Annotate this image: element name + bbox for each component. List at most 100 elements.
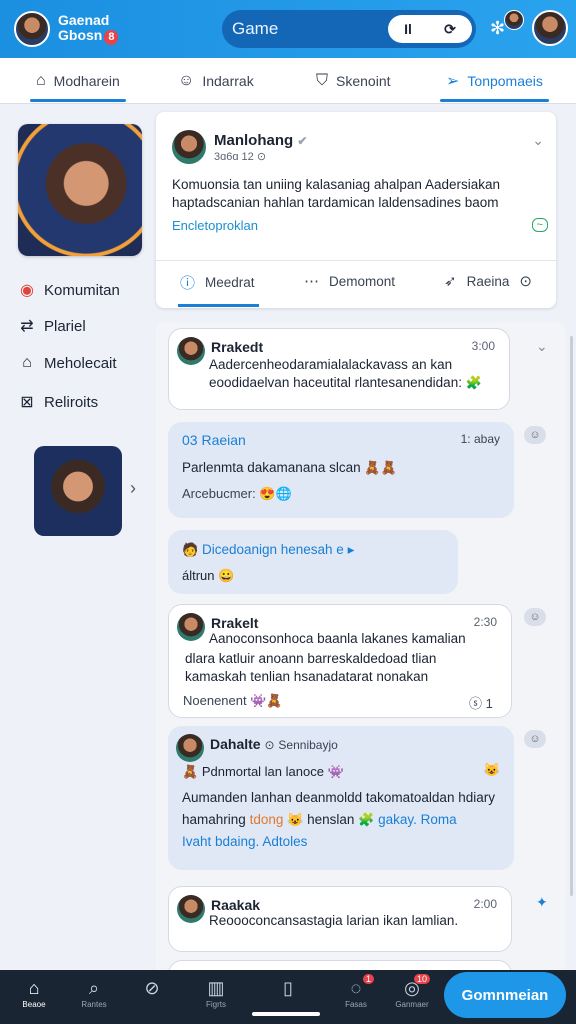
author-avatar[interactable] xyxy=(172,130,206,164)
tab-person[interactable]: ⛉ Skenoint xyxy=(316,58,391,104)
flower-icon[interactable]: ✻ xyxy=(490,18,505,39)
emoji-icon: 🧸🧸 xyxy=(364,460,397,475)
message-link[interactable]: Ivaht bdaing. Adtoles xyxy=(182,834,307,849)
verified-icon: ✔ xyxy=(297,134,308,148)
nav-phone[interactable]: ▯ xyxy=(266,978,310,1000)
message-text: kamaskah tenlian hsanadatarat nonakan xyxy=(185,669,429,684)
home-indicator xyxy=(252,1012,320,1016)
sidebar-item-community[interactable]: ◉ Komumitan xyxy=(18,280,120,300)
sidebar-item-plariel[interactable]: ⇄ Plariel xyxy=(18,316,86,336)
book-icon: ▥ xyxy=(207,978,225,998)
message-text: eoodidaelvan haceutital rlantesanendidan… xyxy=(209,373,482,393)
smile-icon: ☺ xyxy=(178,72,195,89)
tab-label: Tonpomaeis xyxy=(467,73,543,89)
mode-toggle[interactable]: Il ⟳ xyxy=(388,15,472,43)
message-1[interactable]: Rrakedt 3:00 Aadercenheodaramialalackava… xyxy=(168,328,510,410)
post-action-more[interactable]: ⋯ Demomont xyxy=(304,272,395,290)
message-text: Aanoconsonhoca baanla lakanes kamalian xyxy=(209,631,466,646)
chevron-down-icon[interactable]: ⌄ xyxy=(532,132,544,149)
more-icon[interactable]: ⊙ xyxy=(519,272,532,290)
home-icon: ⌂ xyxy=(28,978,40,998)
compose-button[interactable]: Gomnmeian xyxy=(444,972,566,1018)
pause-icon[interactable]: Il xyxy=(404,21,412,37)
tab-home[interactable]: ⌂ Modharein xyxy=(30,58,126,104)
tab-label: Indarrak xyxy=(202,73,254,89)
user-avatar[interactable] xyxy=(14,11,50,47)
sidebar-item-label: Meholecait xyxy=(44,354,117,372)
reply-count[interactable]: ⓢ 1 xyxy=(469,693,493,712)
nav-chat[interactable]: ◌ Fasas 1 xyxy=(334,974,378,1009)
sidebar-item-label: Plariel xyxy=(44,317,86,335)
status-tag: ~ xyxy=(531,218,548,232)
nav-search[interactable]: ⌕ Rantes xyxy=(72,978,116,1009)
nav-compass[interactable]: ⊘ xyxy=(130,978,174,1000)
brand-badge: 8 xyxy=(104,30,119,45)
sidebar-item-meholecait[interactable]: ⌂ Meholecait xyxy=(18,354,117,372)
emoji-icon: 😺 xyxy=(287,812,304,827)
hero-portrait[interactable] xyxy=(18,124,142,256)
post-author[interactable]: Manlohang ✔ xyxy=(214,132,307,149)
brand: Gaenad Gbosn 8 xyxy=(58,13,119,45)
reaction-icon[interactable]: ☺ xyxy=(524,426,546,444)
action-label: Raeina xyxy=(466,273,510,289)
emoji-icon: 😺 xyxy=(483,762,500,777)
brand-line2: Gbosn xyxy=(58,27,103,43)
message-text: hamahring tdong 😺 henslan 🧩 gakay. Roma xyxy=(182,812,457,827)
hero-thumbnail[interactable] xyxy=(34,446,122,536)
nav-home[interactable]: ⌂ Beaoe xyxy=(12,978,56,1009)
chart-icon: ⊠ xyxy=(20,394,34,411)
message-text: dlara katluir anoann barreskaldedoad tli… xyxy=(185,651,437,666)
ai-sparkle-icon[interactable]: ✦ xyxy=(536,894,548,911)
profile-avatar[interactable] xyxy=(532,10,568,46)
message-5[interactable]: Dahalte ⊙ Sennibayjo 🧸 Pdnmortal lan lan… xyxy=(168,726,514,870)
sidebar-item-reliroits[interactable]: ⊠ Reliroits xyxy=(18,392,98,412)
emoji-icon: 😍🌐 xyxy=(259,486,292,501)
message-3[interactable]: 🧑 Dicedoanign henesah e ▸ áltrun 😀 xyxy=(168,530,458,594)
friend-avatar[interactable] xyxy=(504,10,524,30)
check-icon: ⊙ xyxy=(256,151,267,163)
reaction-icon[interactable]: ☺ xyxy=(524,608,546,626)
message-sub: Arcebucmer: 😍🌐 xyxy=(182,486,292,501)
post-link[interactable]: Encletoproklan xyxy=(172,218,258,233)
scrollbar[interactable] xyxy=(570,336,573,896)
message-author: 03 Raeian xyxy=(182,432,246,448)
message-text: 🧸 Pdnmortal lan lanoce 👾 xyxy=(182,764,344,779)
swap-icon: ⇄ xyxy=(20,318,34,335)
tab-smile[interactable]: ☺ Indarrak xyxy=(178,58,254,104)
reaction-icon[interactable]: ☺ xyxy=(524,730,546,748)
target-icon: ◉ xyxy=(20,282,34,299)
message-text: Aadercenheodaramialalackavass an kan xyxy=(209,357,453,372)
emoji-icon: 🧩 xyxy=(358,812,375,827)
info-icon: ⓘ xyxy=(180,275,196,292)
avatar xyxy=(176,734,204,762)
action-label: Meedrat xyxy=(205,275,255,290)
notification-badge: 1 xyxy=(362,974,374,984)
tab-label: Skenoint xyxy=(336,73,391,89)
avatar xyxy=(177,613,205,641)
message-time: 3:00 xyxy=(471,339,495,353)
nav-book[interactable]: ▥ Figrts xyxy=(194,978,238,1009)
message-4[interactable]: Rrakelt 2:30 Aanoconsonhoca baanla lakan… xyxy=(168,604,512,718)
message-2[interactable]: 03 Raeian 1: abay Parlenmta dakamanana s… xyxy=(168,422,514,518)
main-tabs: ⌂ Modharein ☺ Indarrak ⛉ Skenoint ➢ Tonp… xyxy=(0,58,576,104)
post-card: Manlohang ✔ 3ɑ6ɑ 12 ⊙ ⌄ Komuonsia tan un… xyxy=(156,112,556,308)
message-6[interactable]: Raakak 2:00 Reoooconcansastagia larian i… xyxy=(168,886,512,952)
compass-icon: ⊘ xyxy=(144,978,160,998)
avatar xyxy=(177,895,205,923)
tab-label: Modharein xyxy=(53,73,120,89)
post-action-info[interactable]: ⓘ Meedrat xyxy=(178,272,259,307)
message-author: Rrakedt xyxy=(211,339,264,355)
chevron-down-icon[interactable]: ⌄ xyxy=(536,338,548,355)
game-selector[interactable]: Game Il ⟳ xyxy=(222,10,476,48)
emoji-icon: 🧸 xyxy=(182,764,199,779)
chevron-right-icon[interactable]: › xyxy=(130,478,136,499)
refresh-icon[interactable]: ⟳ xyxy=(444,21,456,38)
tab-send[interactable]: ➢ Tonpomaeis xyxy=(440,58,549,104)
message-time: 2:00 xyxy=(473,897,497,911)
emoji-icon: 🧑 xyxy=(182,542,199,557)
post-body: Komuonsia tan uniing kalasaniag ahalpan … xyxy=(172,177,500,210)
nav-bell[interactable]: ◎ Ganmaer 10 xyxy=(390,974,434,1009)
message-text: Reoooconcansastagia larian ikan lamlian. xyxy=(209,913,459,928)
top-bar: Gaenad Gbosn 8 Game Il ⟳ ✻ xyxy=(0,0,576,58)
post-action-share[interactable]: ➶ Raeina ⊙ xyxy=(444,272,532,290)
